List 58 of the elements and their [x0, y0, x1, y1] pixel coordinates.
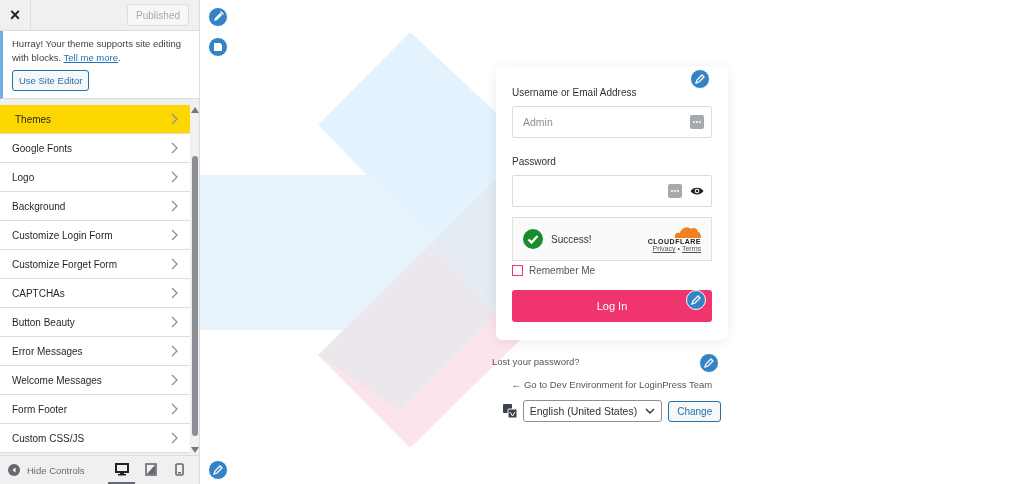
- tablet-icon: [144, 462, 157, 476]
- back-link[interactable]: ← Go to Dev Environment for LoginPress Team: [511, 379, 713, 390]
- menu-item[interactable]: Button Beauty: [0, 308, 190, 337]
- remember-label: Remember Me: [529, 265, 596, 276]
- username-label: Username or Email Address: [512, 87, 638, 98]
- captcha-status: Success!: [551, 233, 593, 245]
- chevron-right-icon: [170, 345, 178, 357]
- password-label: Password: [512, 156, 557, 167]
- chevron-right-icon: [170, 403, 178, 415]
- pencil-edit-icon[interactable]: [686, 290, 706, 310]
- use-site-editor-button[interactable]: Use Site Editor: [12, 70, 90, 91]
- scroll-down-icon[interactable]: [190, 447, 199, 453]
- check-icon: [523, 229, 543, 249]
- menu-item[interactable]: Customize Login Form: [0, 221, 190, 250]
- chevron-right-icon: [170, 432, 178, 444]
- menu-item[interactable]: Google Fonts: [0, 134, 190, 163]
- chevron-right-icon: [170, 200, 178, 212]
- caret-icon: [645, 408, 656, 414]
- menu-item[interactable]: Error Messages: [0, 337, 190, 366]
- scroll-up-icon[interactable]: [190, 107, 199, 113]
- remember-checkbox[interactable]: [512, 265, 523, 276]
- menu-item[interactable]: Themes: [0, 105, 190, 134]
- chevron-right-icon: [170, 171, 178, 183]
- chevron-right-icon: [170, 113, 178, 125]
- menu-item[interactable]: Custom CSS/JS: [0, 424, 190, 453]
- tell-me-more-link[interactable]: Tell me more: [63, 52, 118, 63]
- brush-edit-icon[interactable]: [208, 7, 228, 27]
- hide-controls-button[interactable]: Hide Controls: [8, 464, 85, 476]
- pencil-edit-icon[interactable]: [690, 69, 710, 89]
- chevron-right-icon: [170, 287, 178, 299]
- pencil-edit-icon[interactable]: [208, 460, 228, 480]
- lost-password-link[interactable]: Lost your password?: [492, 356, 580, 367]
- chevron-right-icon: [170, 316, 178, 328]
- monitor-icon: [114, 462, 129, 476]
- notice-text: Hurray! Your theme supports site editing with blocks. Tell me more.: [12, 37, 182, 65]
- show-password-icon[interactable]: [690, 186, 704, 196]
- cloud-icon: [673, 226, 701, 238]
- translate-icon: [502, 404, 517, 418]
- menu-item[interactable]: Logo: [0, 163, 190, 192]
- menu-item[interactable]: Form Footer: [0, 395, 190, 424]
- menu-item[interactable]: Background: [0, 192, 190, 221]
- menu-item[interactable]: Customize Forget Form: [0, 250, 190, 279]
- change-button[interactable]: Change: [668, 400, 722, 422]
- chevron-right-icon: [170, 258, 178, 270]
- pencil-edit-icon[interactable]: [699, 353, 719, 373]
- close-button[interactable]: ×: [0, 0, 31, 30]
- password-field[interactable]: [512, 175, 712, 207]
- phone-icon: [175, 462, 184, 476]
- login-button[interactable]: Log In: [512, 290, 712, 322]
- username-field[interactable]: Admin: [512, 106, 712, 138]
- chevron-right-icon: [170, 142, 178, 154]
- chevron-right-icon: [170, 374, 178, 386]
- menu-item[interactable]: CAPTCHAs: [0, 279, 190, 308]
- scrollbar-thumb[interactable]: [191, 156, 198, 436]
- menu-item[interactable]: Welcome Messages: [0, 366, 190, 395]
- chevron-right-icon: [170, 229, 178, 241]
- collapse-icon: [8, 464, 20, 476]
- language-select[interactable]: English (United States): [522, 400, 663, 422]
